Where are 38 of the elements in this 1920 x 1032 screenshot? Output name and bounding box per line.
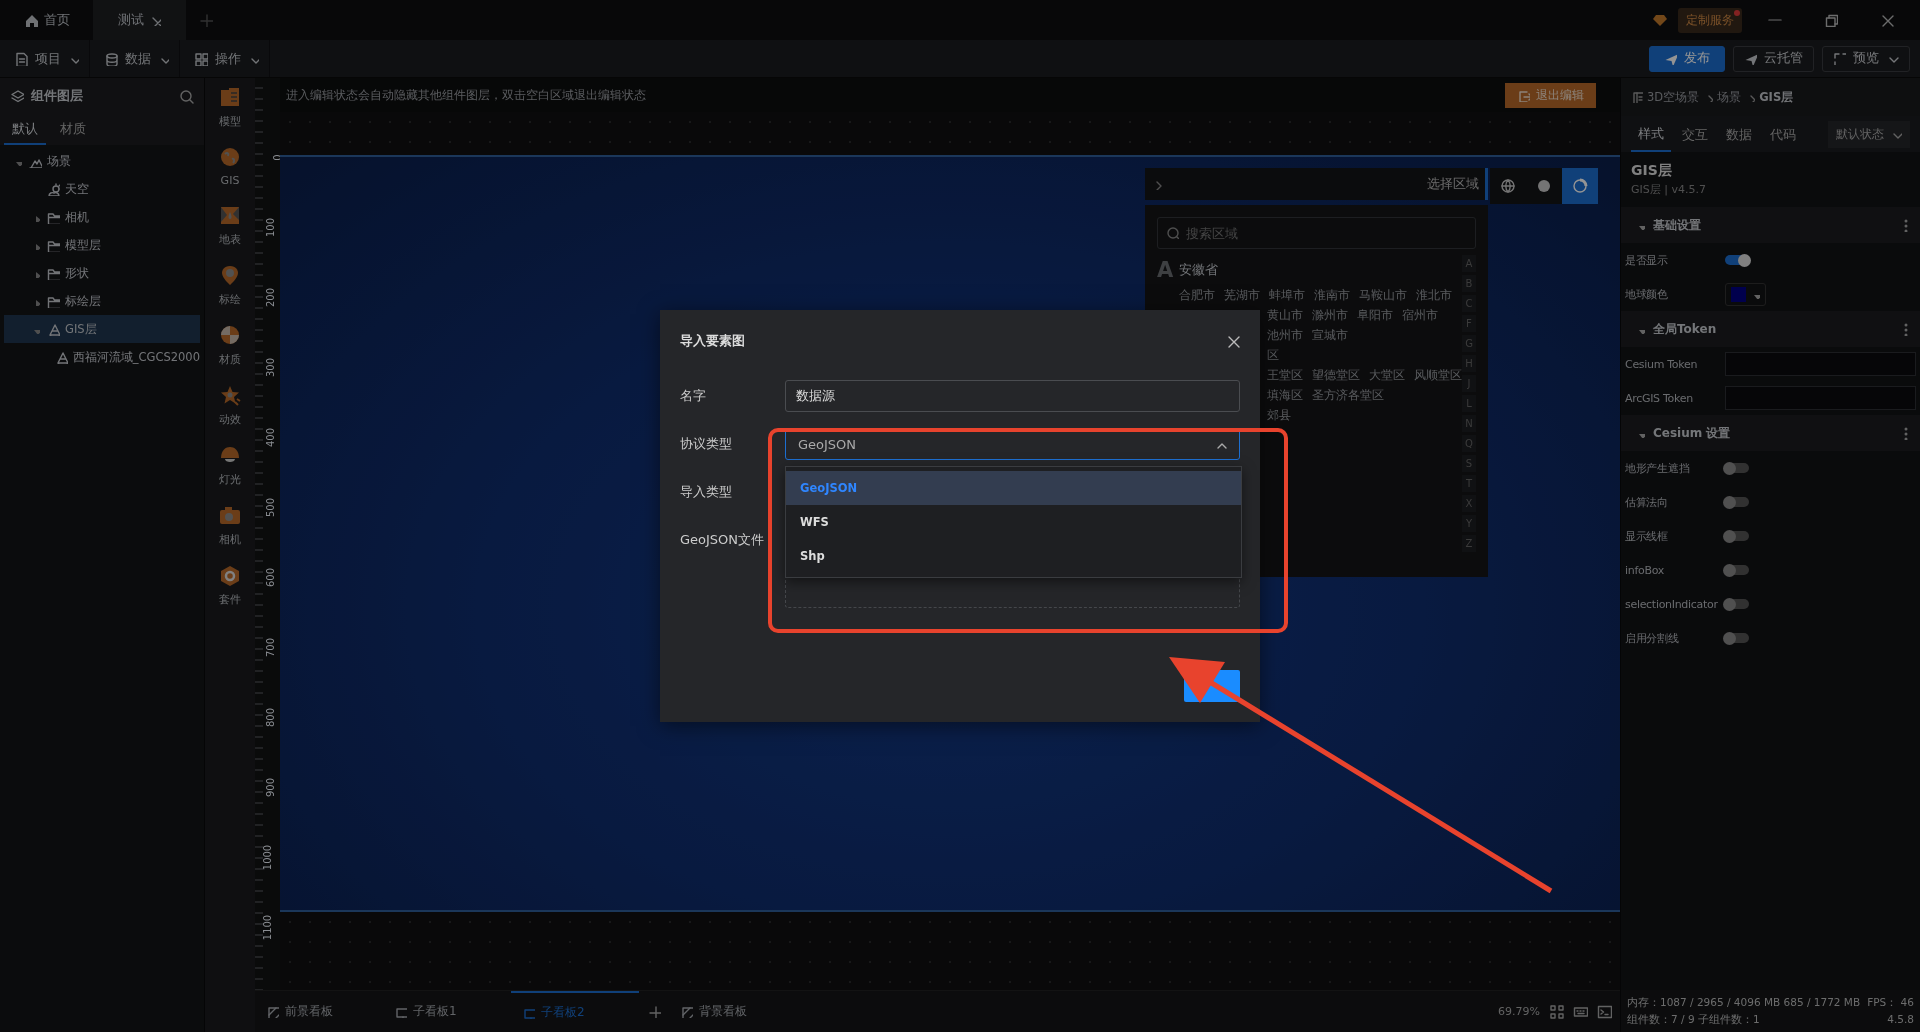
province-name: 安徽省 bbox=[1179, 261, 1219, 279]
ruler-label: 800 bbox=[264, 707, 276, 727]
property-label: selectionIndicator bbox=[1625, 597, 1719, 611]
ruler-label: 100 bbox=[264, 217, 276, 237]
ruler-label: 1100 bbox=[261, 914, 273, 940]
property-label: Cesium Token bbox=[1625, 357, 1699, 371]
property-label: 启用分割线 bbox=[1625, 630, 1680, 646]
zoom-level: 69.79% bbox=[1498, 1005, 1540, 1018]
ruler-label: 500 bbox=[264, 497, 276, 517]
property-label: 是否显示 bbox=[1625, 252, 1669, 268]
property-label: 显示线框 bbox=[1625, 528, 1669, 544]
property-label: 估算法向 bbox=[1625, 494, 1669, 510]
ruler-label: 0 bbox=[271, 153, 280, 161]
ruler-label: 200 bbox=[264, 287, 276, 307]
component-count: 组件数：7 / 9 子组件数：1 bbox=[1627, 1012, 1760, 1027]
dialog-title: 导入要素图 bbox=[680, 332, 745, 350]
memory-stats: 内存：1087 / 2965 / 4096 MB 685 / 1772 MB bbox=[1627, 995, 1861, 1010]
field-label: 导入类型 bbox=[680, 483, 733, 501]
ruler-label: 300 bbox=[264, 357, 276, 377]
panel-title: 组件图层 bbox=[31, 87, 84, 105]
ruler-label: 600 bbox=[264, 567, 276, 587]
ruler-label: 700 bbox=[264, 637, 276, 657]
field-label: 名字 bbox=[680, 387, 707, 405]
ruler-label: 900 bbox=[264, 777, 276, 797]
notice-text: 进入编辑状态会自动隐藏其他组件图层，双击空白区域退出编辑状态 bbox=[286, 86, 646, 104]
ruler-label: 400 bbox=[264, 427, 276, 447]
fps-reading: FPS： 46 bbox=[1867, 995, 1914, 1010]
field-label: GeoJSON文件 bbox=[680, 531, 766, 549]
property-label: 地形产生遮挡 bbox=[1625, 460, 1691, 476]
field-label: 协议类型 bbox=[680, 435, 733, 453]
property-label: ArcGIS Token bbox=[1625, 391, 1694, 405]
component-name: GIS层 bbox=[1630, 161, 1673, 180]
panel-title: 选择区域 bbox=[1426, 175, 1479, 193]
property-label: infoBox bbox=[1625, 563, 1665, 577]
version-number: 4.5.8 bbox=[1887, 1012, 1914, 1027]
property-label: 地球颜色 bbox=[1625, 286, 1669, 302]
ruler-label: 1000 bbox=[261, 844, 273, 870]
component-version: GIS层 | v4.5.7 bbox=[1630, 182, 1707, 198]
